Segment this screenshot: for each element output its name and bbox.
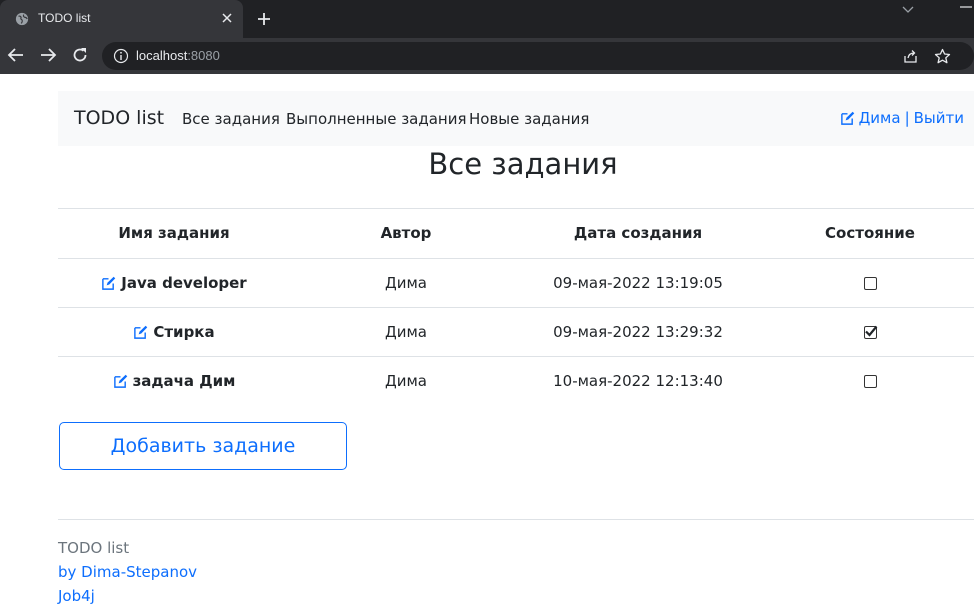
edit-icon[interactable] xyxy=(840,111,855,126)
share-icon[interactable] xyxy=(902,48,919,65)
table-row: Стирка Дима 09-мая-2022 13:29:32 xyxy=(58,307,974,356)
globe-icon xyxy=(15,12,29,26)
chevron-down-icon[interactable] xyxy=(900,4,916,16)
checkmark-icon xyxy=(864,325,877,337)
task-name: задача Дим xyxy=(132,372,236,390)
reload-icon[interactable] xyxy=(71,46,89,64)
task-author: Дима xyxy=(385,323,427,341)
task-link[interactable]: задача Дим xyxy=(113,357,236,406)
task-status-cell xyxy=(754,259,974,308)
edit-icon[interactable] xyxy=(133,325,148,340)
header-status: Состояние xyxy=(825,224,915,242)
user-name-link[interactable]: Дима xyxy=(859,109,901,127)
add-task-button[interactable]: Добавить задание xyxy=(59,422,347,470)
bookmark-star-icon[interactable] xyxy=(934,48,951,65)
task-name-cell: Стирка xyxy=(58,308,290,357)
table-row: задача Дим Дима 10-мая-2022 12:13:40 xyxy=(58,356,974,405)
task-name: Стирка xyxy=(153,323,215,341)
nav-link-new-tasks[interactable]: Новые задания xyxy=(469,110,589,128)
status-checkbox[interactable] xyxy=(863,325,877,339)
header-task-name: Имя задания xyxy=(118,224,230,242)
close-tab-icon[interactable] xyxy=(219,10,235,26)
task-link[interactable]: Java developer xyxy=(101,259,247,308)
browser-tabstrip: TODO list xyxy=(0,0,974,38)
navbar-brand[interactable]: TODO list xyxy=(74,107,164,129)
tab-title: TODO list xyxy=(38,11,91,25)
table-row: Java developer Дима 09-мая-2022 13:19:05 xyxy=(58,258,974,307)
edit-icon[interactable] xyxy=(101,276,116,291)
browser-tab[interactable]: TODO list xyxy=(0,0,243,38)
task-status-cell xyxy=(754,357,974,406)
logout-link[interactable]: Выйти xyxy=(914,109,964,127)
user-area: Дима | Выйти xyxy=(840,109,964,127)
new-tab-icon[interactable] xyxy=(255,10,273,28)
address-bar[interactable]: localhost:8080 xyxy=(102,42,974,70)
task-created: 10-мая-2022 12:13:40 xyxy=(553,372,723,390)
nav-link-done-tasks[interactable]: Выполненные задания xyxy=(286,110,467,128)
footer-org-link[interactable]: Job4j xyxy=(58,587,95,605)
header-author: Автор xyxy=(380,224,432,242)
browser-toolbar: localhost:8080 xyxy=(0,38,974,74)
edit-icon[interactable] xyxy=(113,374,128,389)
url-text: localhost:8080 xyxy=(136,48,220,63)
footer-author-link[interactable]: by Dima-Stepanov xyxy=(58,563,197,581)
url-host: localhost xyxy=(136,48,188,63)
task-status-cell xyxy=(754,308,974,357)
table-header-row: Имя задания Автор Дата создания Состояни… xyxy=(58,208,974,257)
navbar: TODO list Все задания Выполненные задани… xyxy=(58,91,974,146)
task-created: 09-мая-2022 13:19:05 xyxy=(553,274,723,292)
page-title: Все задания xyxy=(428,147,618,181)
task-link[interactable]: Стирка xyxy=(133,308,215,357)
task-name-cell: Java developer xyxy=(58,259,290,308)
status-checkbox[interactable] xyxy=(863,375,877,388)
url-port: :8080 xyxy=(187,48,220,63)
minimize-icon[interactable] xyxy=(958,0,974,14)
info-icon[interactable] xyxy=(113,48,129,64)
task-author: Дима xyxy=(385,372,427,390)
footer-title: TODO list xyxy=(58,539,130,557)
nav-link-all-tasks[interactable]: Все задания xyxy=(182,110,280,128)
header-created: Дата создания xyxy=(573,224,703,242)
forward-arrow-icon[interactable] xyxy=(39,46,57,64)
task-author: Дима xyxy=(385,274,427,292)
back-arrow-icon[interactable] xyxy=(7,46,25,64)
task-name: Java developer xyxy=(121,274,247,292)
status-checkbox[interactable] xyxy=(863,277,877,290)
separator: | xyxy=(904,109,910,127)
task-name-cell: задача Дим xyxy=(58,357,290,406)
footer-divider xyxy=(58,519,974,520)
task-created: 09-мая-2022 13:29:32 xyxy=(553,323,723,341)
